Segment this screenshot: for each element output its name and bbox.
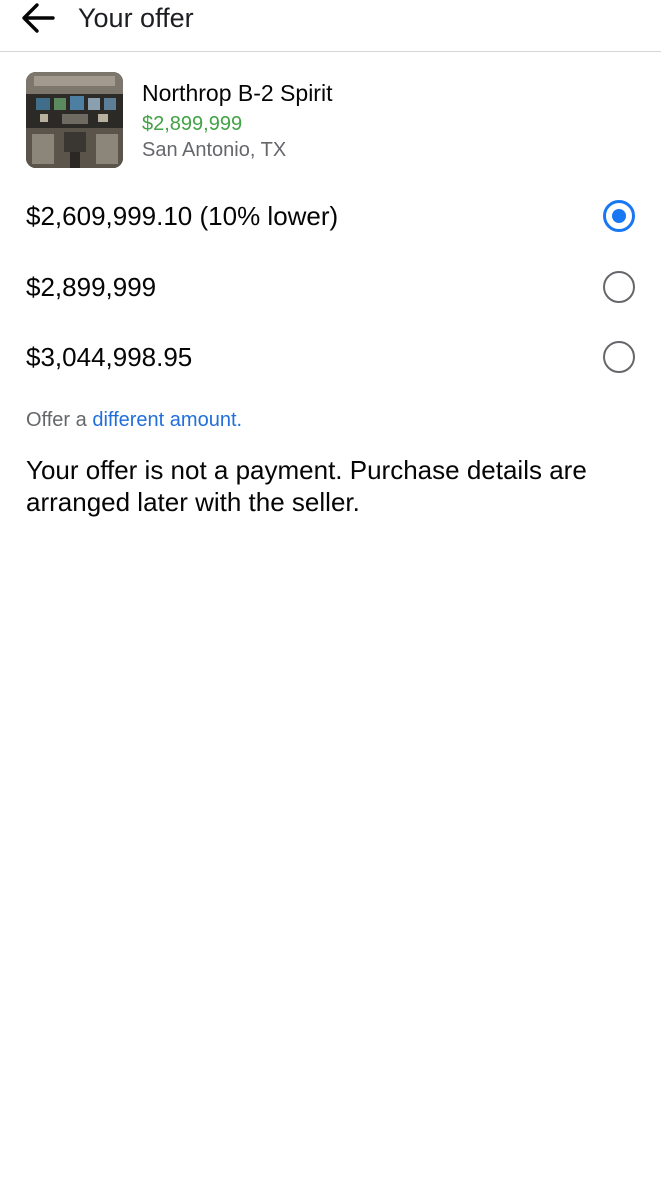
listing-location: San Antonio, TX bbox=[142, 139, 287, 161]
offer-option-label: $2,899,999 bbox=[26, 272, 157, 302]
radio-selected-icon[interactable] bbox=[603, 200, 635, 232]
page-title: Your offer bbox=[78, 3, 194, 33]
listing-thumbnail bbox=[26, 72, 123, 168]
radio-unselected-icon[interactable] bbox=[603, 271, 635, 303]
offer-option-higher[interactable]: $3,044,998.95 bbox=[0, 327, 661, 387]
different-amount-prefix: Offer a bbox=[26, 409, 93, 431]
back-arrow-icon bbox=[22, 3, 55, 33]
back-button[interactable] bbox=[16, 0, 60, 36]
offer-option-10-percent-lower[interactable]: $2,609,999.10 (10% lower) bbox=[0, 186, 661, 246]
different-amount-row: Offer a different amount. bbox=[26, 408, 242, 432]
offer-disclaimer: Your offer is not a payment. Purchase de… bbox=[26, 455, 587, 517]
offer-option-label: $3,044,998.95 bbox=[26, 342, 193, 372]
listing-title: Northrop B-2 Spirit bbox=[142, 80, 333, 106]
listing-summary: Northrop B-2 Spirit $2,899,999 San Anton… bbox=[26, 72, 626, 168]
radio-unselected-icon[interactable] bbox=[603, 341, 635, 373]
offer-option-list-price[interactable]: $2,899,999 bbox=[0, 257, 661, 317]
offer-option-label: $2,609,999.10 (10% lower) bbox=[26, 201, 339, 231]
listing-price: $2,899,999 bbox=[142, 113, 243, 135]
different-amount-link[interactable]: different amount. bbox=[92, 409, 242, 431]
top-bar: Your offer bbox=[0, 0, 661, 52]
